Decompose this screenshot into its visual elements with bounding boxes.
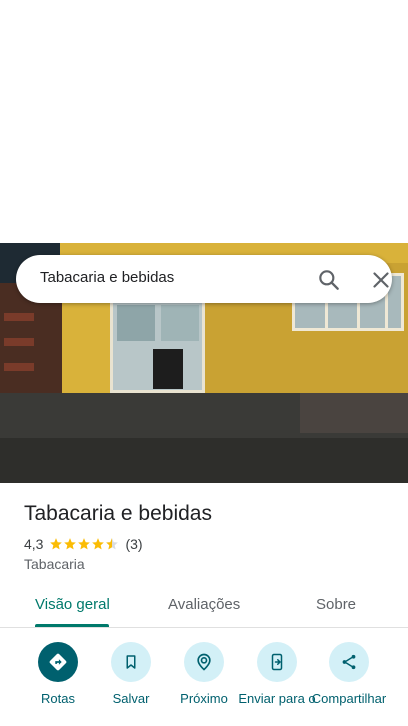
star-icon <box>50 538 63 550</box>
nearby-button[interactable]: Próximo <box>164 642 244 706</box>
send-to-phone-label: Enviar para o <box>238 691 316 706</box>
place-tabs: Visão geral Avaliações Sobre <box>0 585 408 628</box>
tab-overview[interactable]: Visão geral <box>35 596 110 613</box>
send-to-phone-icon <box>257 642 297 682</box>
save-button[interactable]: Salvar <box>91 642 171 706</box>
photo-door-dark <box>153 349 183 389</box>
tab-active-indicator <box>35 624 109 627</box>
action-bar: Rotas Salvar Próximo Enviar para o Compa… <box>0 640 408 726</box>
map-blank-area <box>0 0 408 243</box>
photo-step <box>300 393 408 433</box>
bookmark-icon <box>111 642 151 682</box>
nearby-icon <box>184 642 224 682</box>
search-icon[interactable] <box>316 267 342 293</box>
rating-value: 4,3 <box>24 536 44 552</box>
share-icon <box>329 642 369 682</box>
star-half-icon <box>106 538 119 550</box>
rating-stars <box>49 537 119 551</box>
photo-shelf <box>4 363 34 371</box>
star-icon <box>92 538 105 550</box>
search-bar[interactable]: Tabacaria e bebidas <box>16 255 392 303</box>
nearby-label: Próximo <box>180 691 228 706</box>
share-label: Compartilhar <box>311 691 387 706</box>
star-icon <box>64 538 77 550</box>
review-count[interactable]: (3) <box>125 536 142 552</box>
photo-door <box>110 298 205 393</box>
photo-door-pane <box>161 305 199 341</box>
place-category: Tabacaria <box>24 556 85 572</box>
photo-shelf <box>4 338 34 346</box>
directions-label: Rotas <box>41 691 75 706</box>
search-input[interactable]: Tabacaria e bebidas <box>40 269 174 286</box>
tab-reviews[interactable]: Avaliações <box>168 596 240 613</box>
star-icon <box>78 538 91 550</box>
photo-street <box>0 438 408 483</box>
rating-row[interactable]: 4,3 (3) <box>24 536 143 552</box>
place-title: Tabacaria e bebidas <box>24 502 212 525</box>
photo-shelf <box>4 313 34 321</box>
directions-icon <box>38 642 78 682</box>
close-icon[interactable] <box>368 267 394 293</box>
share-button[interactable]: Compartilhar <box>309 642 389 706</box>
photo-door-pane <box>117 305 155 341</box>
tab-about[interactable]: Sobre <box>316 596 356 613</box>
save-label: Salvar <box>112 691 150 706</box>
directions-button[interactable]: Rotas <box>18 642 98 706</box>
send-to-phone-button[interactable]: Enviar para o <box>237 642 317 706</box>
